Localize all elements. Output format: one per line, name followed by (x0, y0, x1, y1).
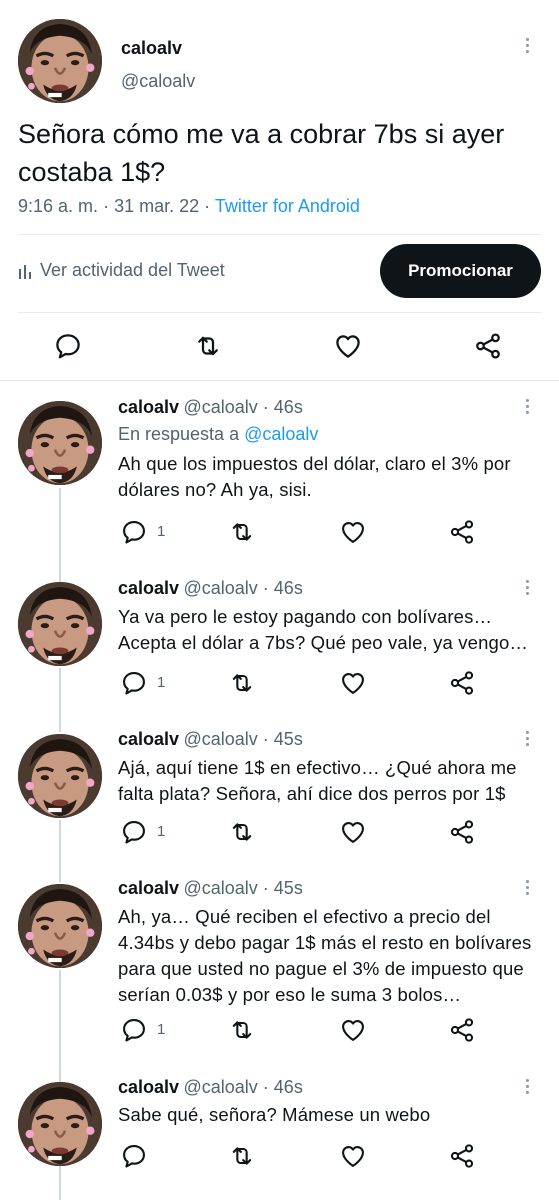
avatar[interactable] (18, 1082, 102, 1166)
retweet-icon[interactable] (228, 518, 256, 546)
share-icon[interactable] (448, 1016, 476, 1044)
reply-text-line: Ah, ya… Qué reciben el efectivo a precio… (118, 906, 491, 927)
reply-text-line: dólares no? Ah ya, sisi. (118, 479, 312, 500)
reply-count: 1 (157, 1021, 166, 1038)
reply-text: Ajá, aquí tiene 1$ en efectivo… ¿Qué aho… (118, 755, 548, 807)
more-vertical-icon[interactable] (524, 399, 530, 417)
heart-icon[interactable] (339, 1142, 367, 1170)
activity-label: Ver actividad del Tweet (40, 260, 225, 280)
reply-text-line: Ah que los impuestos del dólar, claro el… (118, 453, 511, 474)
divider (0, 380, 559, 381)
reply-context-handle[interactable]: @caloalv (244, 424, 318, 444)
more-vertical-icon[interactable] (524, 731, 530, 749)
author-handle-time[interactable]: @caloalv · 45s (184, 729, 303, 749)
divider (18, 234, 541, 235)
reply-header: caloalv @caloalv · 45s (118, 878, 303, 899)
author-name[interactable]: caloalv (118, 397, 179, 417)
more-vertical-icon[interactable] (524, 580, 530, 598)
reply-text-line: 4.34bs y debo pagar 1$ más el resto en b… (118, 932, 532, 953)
heart-icon[interactable] (339, 818, 367, 846)
reply-header: caloalv @caloalv · 46s (118, 397, 303, 418)
avatar[interactable] (18, 401, 102, 485)
tweet-meta: 9:16 a. m. · 31 mar. 22 · Twitter for An… (18, 196, 360, 217)
reply-text-line: Sabe qué, señora? Mámese un webo (118, 1104, 431, 1125)
author-name[interactable]: caloalv (118, 878, 179, 898)
reply-header: caloalv @caloalv · 46s (118, 1077, 303, 1098)
retweet-icon[interactable] (193, 331, 223, 361)
reply-text-line: Acepta el dólar a 7bs? Qué peo vale, ya … (118, 632, 529, 653)
more-vertical-icon[interactable] (524, 1079, 530, 1097)
reply-text-line: para que usted no pague el 3% de impuest… (118, 958, 524, 979)
heart-icon[interactable] (333, 331, 363, 361)
speech-bubble-icon[interactable] (120, 669, 148, 697)
promote-button[interactable]: Promocionar (380, 244, 541, 298)
thread-line (59, 1166, 61, 1200)
reply-count: 1 (157, 823, 166, 840)
retweet-icon[interactable] (228, 1142, 256, 1170)
thread-line (59, 488, 61, 584)
reply-header: caloalv @caloalv · 45s (118, 729, 303, 750)
tweet-text: Señora cómo me va a cobrar 7bs si ayer c… (18, 115, 543, 191)
reply-text-line: serían 0.03$ y por eso le suma 3 bolos… (118, 984, 462, 1005)
avatar[interactable] (18, 734, 102, 818)
speech-bubble-icon[interactable] (120, 818, 148, 846)
thread-line (59, 970, 61, 1082)
tweet-activity-link[interactable]: Ver actividad del Tweet (18, 260, 225, 281)
share-icon[interactable] (448, 818, 476, 846)
reply-text-line: Ajá, aquí tiene 1$ en efectivo… ¿Qué aho… (118, 757, 517, 778)
heart-icon[interactable] (339, 669, 367, 697)
share-icon[interactable] (448, 518, 476, 546)
reply-text: Ya va pero le estoy pagando con bolívare… (118, 604, 548, 656)
share-icon[interactable] (473, 331, 503, 361)
reply-context-label: En respuesta a (118, 424, 240, 444)
author-name[interactable]: caloalv (118, 1077, 179, 1097)
retweet-icon[interactable] (228, 669, 256, 697)
speech-bubble-icon[interactable] (120, 518, 148, 546)
more-vertical-icon[interactable] (524, 38, 530, 56)
speech-bubble-icon[interactable] (53, 331, 83, 361)
author-handle-time[interactable]: @caloalv · 46s (184, 397, 303, 417)
reply-text: Sabe qué, señora? Mámese un webo (118, 1102, 548, 1128)
divider (18, 312, 541, 313)
more-vertical-icon[interactable] (524, 880, 530, 898)
tweet-text-line: costaba 1$? (18, 157, 166, 187)
heart-icon[interactable] (339, 518, 367, 546)
tweet-source[interactable]: Twitter for Android (215, 196, 360, 216)
reply-count: 1 (157, 523, 166, 540)
share-icon[interactable] (448, 669, 476, 697)
separator: · (103, 196, 110, 216)
author-handle[interactable]: @caloalv (121, 71, 195, 92)
tweet-text-line: Señora cómo me va a cobrar 7bs si ayer (18, 119, 505, 149)
share-icon[interactable] (448, 1142, 476, 1170)
author-handle-time[interactable]: @caloalv · 46s (184, 1077, 303, 1097)
author-handle-time[interactable]: @caloalv · 45s (184, 878, 303, 898)
reply-count: 1 (157, 674, 166, 691)
avatar[interactable] (18, 582, 102, 666)
reply-text: Ah, ya… Qué reciben el efectivo a precio… (118, 904, 548, 1008)
speech-bubble-icon[interactable] (120, 1016, 148, 1044)
retweet-icon[interactable] (228, 818, 256, 846)
thread-line (59, 668, 61, 732)
reply-text: Ah que los impuestos del dólar, claro el… (118, 451, 548, 503)
retweet-icon[interactable] (228, 1016, 256, 1044)
author-name[interactable]: caloalv (121, 38, 182, 59)
reply-text-line: Ya va pero le estoy pagando con bolívare… (118, 606, 493, 627)
separator: · (204, 196, 211, 216)
author-handle-time[interactable]: @caloalv · 46s (184, 578, 303, 598)
speech-bubble-icon[interactable] (120, 1142, 148, 1170)
reply-text-line: falta plata? Señora, ahí dice dos perros… (118, 783, 506, 804)
tweet-date[interactable]: 31 mar. 22 (114, 196, 199, 216)
thread-line (59, 820, 61, 882)
heart-icon[interactable] (339, 1016, 367, 1044)
tweet-time[interactable]: 9:16 a. m. (18, 196, 98, 216)
author-name[interactable]: caloalv (118, 729, 179, 749)
bar-chart-icon (18, 263, 32, 279)
reply-header: caloalv @caloalv · 46s (118, 578, 303, 599)
avatar[interactable] (18, 19, 102, 103)
reply-context: En respuesta a @caloalv (118, 424, 318, 445)
author-name[interactable]: caloalv (118, 578, 179, 598)
avatar[interactable] (18, 884, 102, 968)
